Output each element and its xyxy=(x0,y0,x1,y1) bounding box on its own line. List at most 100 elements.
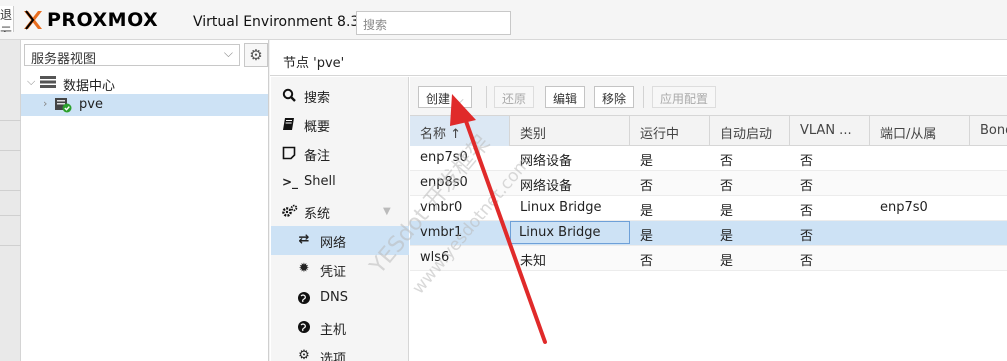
view-selector[interactable]: 服务器视图 ⌵ xyxy=(24,44,240,67)
nav-item-search[interactable]: 搜索 xyxy=(271,81,409,110)
nav-label: 凭证 xyxy=(320,265,347,280)
view-settings-gear-icon[interactable]: ⚙ xyxy=(244,43,268,67)
cell-autostart: 是 xyxy=(720,254,734,269)
table-row[interactable]: enp7s0 网络设备 是 否 否 xyxy=(410,146,1007,171)
cell-type: 网络设备 xyxy=(520,179,573,194)
brand-name: PROXMOX xyxy=(47,9,159,31)
chevron-down-icon: ⌵ xyxy=(223,46,233,60)
column-header-type[interactable]: 类别 xyxy=(510,116,630,146)
expand-arrow-icon[interactable]: › xyxy=(43,97,47,110)
cell-vlan: 否 xyxy=(800,204,814,219)
cogs-icon xyxy=(282,204,298,218)
globe-icon xyxy=(297,291,311,305)
cell-name: wls6 xyxy=(420,250,450,265)
table-row-selected[interactable]: vmbr1 Linux Bridge 是 是 否 xyxy=(410,221,1007,246)
cell-type: Linux Bridge xyxy=(520,200,602,215)
cell-type: 网络设备 xyxy=(520,154,573,169)
cell-vlan: 否 xyxy=(800,179,814,194)
grid-empty-area xyxy=(410,271,1007,361)
column-header-ports[interactable]: 端口/从属 xyxy=(870,116,970,146)
tree-item-datacenter[interactable]: ⌵ 数据中心 xyxy=(21,72,268,94)
nav-label: Shell xyxy=(304,174,336,189)
view-selector-value: 服务器视图 xyxy=(31,52,97,67)
proxmox-logo[interactable]: PROXMOX xyxy=(22,9,158,31)
gear-icon: ⚙ xyxy=(298,348,310,361)
cell-name: enp7s0 xyxy=(420,150,468,165)
caret-down-icon[interactable]: ▼ xyxy=(383,206,391,217)
cell-type: Linux Bridge xyxy=(510,221,630,244)
tree-label-pve: pve xyxy=(79,97,103,112)
column-header-name[interactable]: 名称 ↑ xyxy=(410,116,510,146)
edge-tab-text: 退云 xyxy=(0,8,13,32)
nav-item-shell[interactable]: >_ Shell xyxy=(271,168,409,197)
nav-label: DNS xyxy=(320,290,348,305)
column-header-bond[interactable]: Bond xyxy=(970,116,1007,146)
nav-item-options[interactable]: ⚙ 选项 xyxy=(271,342,409,361)
nav-label: 选项 xyxy=(320,352,347,361)
cell-name: enp8s0 xyxy=(420,175,468,190)
cell-name: vmbr1 xyxy=(420,225,463,240)
cell-active: 否 xyxy=(640,179,654,194)
cell-active: 否 xyxy=(640,254,654,269)
cell-autostart: 是 xyxy=(720,204,734,219)
remove-button[interactable]: 移除 xyxy=(594,86,635,108)
revert-button[interactable]: 还原 xyxy=(494,86,535,108)
create-button-label: 创建 xyxy=(426,92,451,106)
cell-active: 是 xyxy=(640,154,654,169)
table-row[interactable]: wls6 未知 否 是 否 xyxy=(410,246,1007,271)
nav-label: 网络 xyxy=(320,236,347,251)
cell-active: 是 xyxy=(640,229,654,244)
book-icon xyxy=(282,117,296,131)
node-online-icon xyxy=(55,98,72,113)
datacenter-icon xyxy=(40,76,56,88)
page-title-bar: 节点 'pve' xyxy=(270,40,1007,76)
proxmox-x-icon xyxy=(24,10,42,30)
chevron-down-icon: ⌵ xyxy=(456,95,464,106)
nav-label: 概要 xyxy=(304,120,331,135)
cell-vlan: 否 xyxy=(800,154,814,169)
certificate-icon: ✹ xyxy=(298,261,310,276)
nav-item-system[interactable]: 系统 ▼ xyxy=(271,197,409,226)
nav-item-dns[interactable]: DNS xyxy=(271,284,409,313)
nav-item-notes[interactable]: 备注 xyxy=(271,139,409,168)
cell-active: 是 xyxy=(640,204,654,219)
note-icon xyxy=(282,146,296,160)
column-header-vlan[interactable]: VLAN ... xyxy=(790,116,870,146)
nav-item-hosts[interactable]: 主机 xyxy=(271,313,409,342)
version-label: Virtual Environment 8.3.0 xyxy=(193,14,373,30)
cell-vlan: 否 xyxy=(800,229,814,244)
cell-vlan: 否 xyxy=(800,254,814,269)
nav-label: 搜索 xyxy=(304,91,331,106)
nav-item-summary[interactable]: 概要 xyxy=(271,110,409,139)
edit-button[interactable]: 编辑 xyxy=(545,86,586,108)
toolbar-separator xyxy=(643,86,644,108)
apply-config-button[interactable]: 应用配置 xyxy=(652,86,717,108)
left-edge-strip xyxy=(0,40,21,361)
globe-icon xyxy=(297,320,311,334)
cell-ports: enp7s0 xyxy=(880,200,928,215)
tree-item-pve[interactable]: › pve xyxy=(21,94,268,116)
nav-item-certificates[interactable]: ✹ 凭证 xyxy=(271,255,409,284)
tree-label-datacenter: 数据中心 xyxy=(63,79,116,94)
toolbar-separator xyxy=(486,86,487,108)
cell-type: 未知 xyxy=(520,254,547,269)
column-header-active[interactable]: 运行中 xyxy=(630,116,710,146)
exchange-icon: ⇄ xyxy=(298,232,310,247)
nav-label: 备注 xyxy=(304,149,331,164)
page-title: 节点 'pve' xyxy=(283,56,345,71)
cell-autostart: 否 xyxy=(720,179,734,194)
terminal-icon: >_ xyxy=(282,175,299,189)
create-button[interactable]: 创建 ⌵ xyxy=(418,86,472,108)
cell-autostart: 是 xyxy=(720,229,734,244)
table-row[interactable]: enp8s0 网络设备 否 否 否 xyxy=(410,171,1007,196)
collapse-arrow-icon[interactable]: ⌵ xyxy=(27,75,35,89)
nav-label: 系统 xyxy=(304,207,331,222)
browser-edge-tab: 退云 xyxy=(0,6,14,32)
nav-label: 主机 xyxy=(320,323,347,338)
table-row[interactable]: vmbr0 Linux Bridge 是 是 否 enp7s0 xyxy=(410,196,1007,221)
nav-item-network[interactable]: ⇄ 网络 xyxy=(271,226,409,255)
search-input[interactable]: 搜索 xyxy=(356,11,511,35)
search-icon xyxy=(282,88,296,102)
cell-name: vmbr0 xyxy=(420,200,463,215)
column-header-autostart[interactable]: 自动启动 xyxy=(710,116,790,146)
